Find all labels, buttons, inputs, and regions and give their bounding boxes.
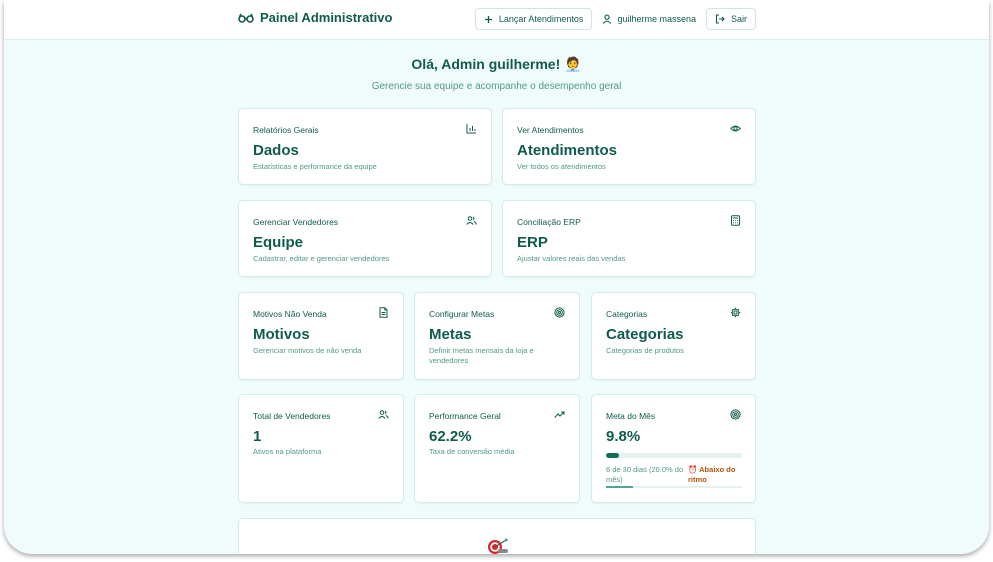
target-icon <box>554 307 565 318</box>
card-label: Gerenciar Vendedores <box>253 217 339 227</box>
document-icon <box>378 307 389 318</box>
plus-icon <box>484 15 493 24</box>
card-erp[interactable]: Conciliação ERP ERP Ajustar valores reai… <box>502 200 756 277</box>
days-progress-text: 6 de 30 dias (20.0% do mês) <box>606 465 684 484</box>
user-icon <box>602 14 612 24</box>
glasses-icon <box>238 13 254 23</box>
card-desc: Categorias de produtos <box>606 346 684 355</box>
calculator-icon <box>730 215 741 226</box>
card-label: Configurar Metas <box>429 309 495 319</box>
card-desc: Definir metas mensais da loja e vendedor… <box>429 346 534 365</box>
brand[interactable]: Painel Administrativo <box>238 10 392 25</box>
stat-total-sellers: Total de Vendedores 1 Ativos na platafor… <box>238 394 404 503</box>
card-label: Relatórios Gerais <box>253 125 319 135</box>
ranking-card <box>238 518 756 554</box>
card-value: Motivos <box>253 326 310 343</box>
target-icon <box>730 409 741 420</box>
stat-label: Performance Geral <box>429 411 501 421</box>
days-progress-fill <box>606 486 634 488</box>
card-value: Categorias <box>606 326 684 343</box>
card-team[interactable]: Gerenciar Vendedores Equipe Cadastrar, e… <box>238 200 492 277</box>
card-reasons[interactable]: Motivos Não Venda Motivos Gerenciar moti… <box>238 292 404 380</box>
stat-value: 1 <box>253 428 262 445</box>
card-label: Motivos Não Venda <box>253 309 327 319</box>
card-label: Categorias <box>606 309 648 319</box>
greeting-title: Olá, Admin guilherme! 🧑‍💼 <box>411 56 582 72</box>
eye-icon <box>730 123 741 134</box>
launch-button-label: Lançar Atendimentos <box>498 14 584 24</box>
brand-title: Painel Administrativo <box>260 10 393 25</box>
card-value: Metas <box>429 326 472 343</box>
card-label: Ver Atendimentos <box>517 125 584 135</box>
app-frame: Painel Administrativo Lançar Atendimento… <box>4 0 989 554</box>
card-desc: Ver todos os atendimentos <box>517 162 606 171</box>
user-name: guilherme massena <box>617 14 696 24</box>
card-desc: Ajustar valores reais das vendas <box>517 254 626 263</box>
users-icon <box>466 215 477 226</box>
stat-label: Meta do Mês <box>606 411 656 421</box>
card-desc: Gerenciar motivos de não venda <box>253 346 362 355</box>
card-goals[interactable]: Configurar Metas Metas Definir metas men… <box>414 292 580 380</box>
card-value: Dados <box>253 142 299 159</box>
launch-attendances-button[interactable]: Lançar Atendimentos <box>474 8 593 30</box>
goal-progress-bar <box>606 453 742 458</box>
card-categories[interactable]: Categorias Categorias Categorias de prod… <box>591 292 756 380</box>
card-value: Equipe <box>253 234 304 251</box>
card-desc: Cadastrar, editar e gerenciar vendedores <box>253 254 390 263</box>
card-reports[interactable]: Relatórios Gerais Dados Estatísticas e p… <box>238 108 492 185</box>
stat-month-goal: Meta do Mês 9.8% 6 de 30 dias (20.0% do … <box>591 394 756 503</box>
user-menu[interactable]: guilherme massena <box>602 14 696 24</box>
card-label: Conciliação ERP <box>517 217 581 227</box>
logout-label: Sair <box>730 14 747 24</box>
greeting-subtitle: Gerencie sua equipe e acompanhe o desemp… <box>371 81 622 92</box>
stat-performance: Performance Geral 62.2% Taxa de conversã… <box>414 394 580 503</box>
days-progress-bar <box>606 486 742 488</box>
target-dart-icon <box>486 537 510 554</box>
stat-value: 62.2% <box>429 428 472 445</box>
users-icon <box>378 409 389 420</box>
pace-warning: ⏰ Abaixo do ritmo <box>688 465 736 484</box>
card-value: ERP <box>517 234 548 251</box>
card-value: Atendimentos <box>517 142 618 159</box>
bar-chart-icon <box>466 123 477 134</box>
logout-icon <box>715 14 725 24</box>
stat-desc: Ativos na plataforma <box>253 447 322 456</box>
trending-up-icon <box>554 409 565 420</box>
stat-label: Total de Vendedores <box>253 411 331 421</box>
top-header: Painel Administrativo Lançar Atendimento… <box>4 0 989 40</box>
card-desc: Estatísticas e performance da equipe <box>253 162 377 171</box>
logout-button[interactable]: Sair <box>705 8 756 30</box>
gear-icon <box>730 307 741 318</box>
goal-progress-fill <box>606 453 620 458</box>
stat-value: 9.8% <box>606 428 641 445</box>
header-nav: Lançar Atendimentos guilherme massena Sa… <box>474 8 756 30</box>
card-attendances[interactable]: Ver Atendimentos Atendimentos Ver todos … <box>502 108 756 185</box>
stat-desc: Taxa de conversão média <box>429 447 515 456</box>
